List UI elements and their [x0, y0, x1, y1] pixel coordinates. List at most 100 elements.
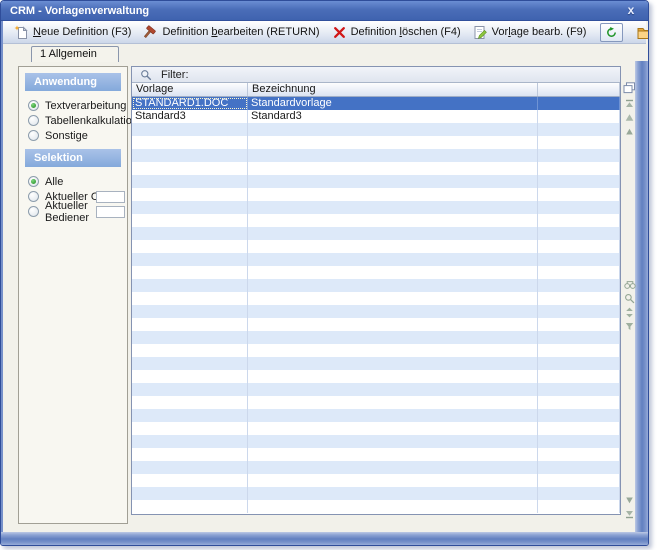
cell-empty	[538, 253, 620, 266]
radio-group-anwendung: TextverarbeitungTabellenkalkulation Sonst…	[19, 98, 127, 143]
table-row-empty	[132, 370, 620, 383]
radio-option-sonstige[interactable]: Sonstige	[19, 128, 127, 143]
title-bar: CRM - Vorlagenverwaltung x	[1, 1, 648, 21]
cell-empty	[538, 292, 620, 305]
cell-empty	[538, 162, 620, 175]
column-header-bezeichnung[interactable]: Bezeichnung	[248, 83, 538, 96]
radio-label: Sonstige	[45, 130, 88, 142]
cell-vorlage	[132, 201, 248, 214]
table-row-empty	[132, 188, 620, 201]
cell-vorlage: Standard3	[132, 110, 248, 123]
cell-bezeichnung	[248, 318, 538, 331]
cell-bezeichnung: Standardvorlage	[248, 97, 538, 110]
toolbar-edit-template-label: Vorlage bearb. (F9)	[492, 26, 587, 38]
cell-empty	[538, 370, 620, 383]
cell-vorlage	[132, 136, 248, 149]
cell-bezeichnung	[248, 344, 538, 357]
zoom-icon[interactable]	[623, 292, 636, 305]
page-up-icon[interactable]	[623, 111, 636, 124]
table-row-empty	[132, 292, 620, 305]
column-header-empty[interactable]	[538, 83, 620, 96]
folder-icon	[637, 25, 649, 40]
cell-vorlage: STANDARD1.DOC	[132, 97, 248, 110]
cell-bezeichnung	[248, 448, 538, 461]
radio-option-alle[interactable]: Alle	[19, 174, 127, 189]
tab-allgemein[interactable]: 1 Allgemein	[31, 46, 119, 62]
cell-empty	[538, 383, 620, 396]
screen: { "window": { "title": "CRM - Vorlagenve…	[0, 0, 657, 550]
table-row-standard1-doc[interactable]: STANDARD1.DOCStandardvorlage	[132, 97, 620, 110]
cell-empty	[538, 279, 620, 292]
table-row-empty	[132, 474, 620, 487]
table-row-standard3[interactable]: Standard3Standard3	[132, 110, 620, 123]
table-row-empty	[132, 123, 620, 136]
radio-option-textverarbeitung[interactable]: Textverarbeitung	[19, 98, 127, 113]
cell-empty	[538, 331, 620, 344]
radio-option-tabellenkalkulation[interactable]: Tabellenkalkulation	[19, 113, 127, 128]
table-row-empty	[132, 448, 620, 461]
table-row-empty	[132, 357, 620, 370]
row-down-icon[interactable]	[623, 494, 636, 507]
cell-empty	[538, 123, 620, 136]
cell-empty	[538, 136, 620, 149]
filter-label: Filter:	[161, 69, 189, 81]
table-row-empty	[132, 305, 620, 318]
cell-vorlage	[132, 448, 248, 461]
cell-bezeichnung	[248, 422, 538, 435]
radio-label: Tabellenkalkulation	[45, 115, 138, 127]
toolbar-edit-definition-button[interactable]: Definition bearbeiten (RETURN)	[137, 23, 325, 42]
sort-icon[interactable]	[623, 306, 636, 319]
column-chooser-icon[interactable]	[623, 81, 636, 94]
toolbar-word-control-formats-button[interactable]: Word-Steuerformate (F6)	[631, 23, 649, 42]
toolbar-refresh-button[interactable]	[600, 23, 623, 42]
radio-icon	[28, 206, 39, 217]
filter-icon[interactable]	[623, 320, 636, 333]
table-row-empty	[132, 279, 620, 292]
radio-option-aktueller-bediener[interactable]: Aktueller Bediener	[19, 204, 127, 219]
cell-vorlage	[132, 409, 248, 422]
cell-bezeichnung	[248, 474, 538, 487]
table-row-empty	[132, 409, 620, 422]
go-last-icon[interactable]	[623, 508, 636, 521]
toolbar-edit-template-button[interactable]: Vorlage bearb. (F9)	[467, 23, 593, 42]
cell-bezeichnung	[248, 266, 538, 279]
window-title: CRM - Vorlagenverwaltung	[10, 5, 149, 17]
window-frame-left	[1, 21, 3, 545]
cell-bezeichnung	[248, 292, 538, 305]
cell-empty	[538, 461, 620, 474]
cell-empty	[538, 188, 620, 201]
column-header-vorlage[interactable]: Vorlage	[132, 83, 248, 96]
radio-option-aktueller-bediener-input[interactable]	[96, 206, 125, 218]
table-row-empty	[132, 227, 620, 240]
table-row-empty	[132, 500, 620, 513]
filter-sidebar: AnwendungTextverarbeitungTabellenkalkula…	[18, 66, 128, 524]
cell-empty	[538, 214, 620, 227]
table-row-empty	[132, 344, 620, 357]
new-document-icon	[14, 25, 29, 40]
cell-vorlage	[132, 487, 248, 500]
radio-label: Alle	[45, 176, 63, 188]
cell-empty	[538, 357, 620, 370]
radio-icon	[28, 130, 39, 141]
cell-empty	[538, 305, 620, 318]
cell-empty	[538, 110, 620, 123]
cell-vorlage	[132, 500, 248, 513]
toolbar-new-definition-button[interactable]: Neue Definition (F3)	[8, 23, 137, 42]
find-icon[interactable]	[623, 278, 636, 291]
toolbar-delete-definition-button[interactable]: Definition löschen (F4)	[326, 23, 467, 42]
grid-body: STANDARD1.DOCStandardvorlageStandard3Sta…	[132, 97, 620, 514]
cell-empty	[538, 422, 620, 435]
grid-filter-bar[interactable]: Filter:	[132, 67, 620, 83]
cell-bezeichnung	[248, 188, 538, 201]
row-up-icon[interactable]	[623, 125, 636, 138]
close-button[interactable]: x	[623, 2, 639, 19]
cell-vorlage	[132, 383, 248, 396]
cell-empty	[538, 435, 620, 448]
table-row-empty	[132, 253, 620, 266]
cell-bezeichnung	[248, 253, 538, 266]
go-first-icon[interactable]	[623, 97, 636, 110]
cell-empty	[538, 487, 620, 500]
cell-vorlage	[132, 474, 248, 487]
cell-vorlage	[132, 422, 248, 435]
cell-bezeichnung	[248, 149, 538, 162]
